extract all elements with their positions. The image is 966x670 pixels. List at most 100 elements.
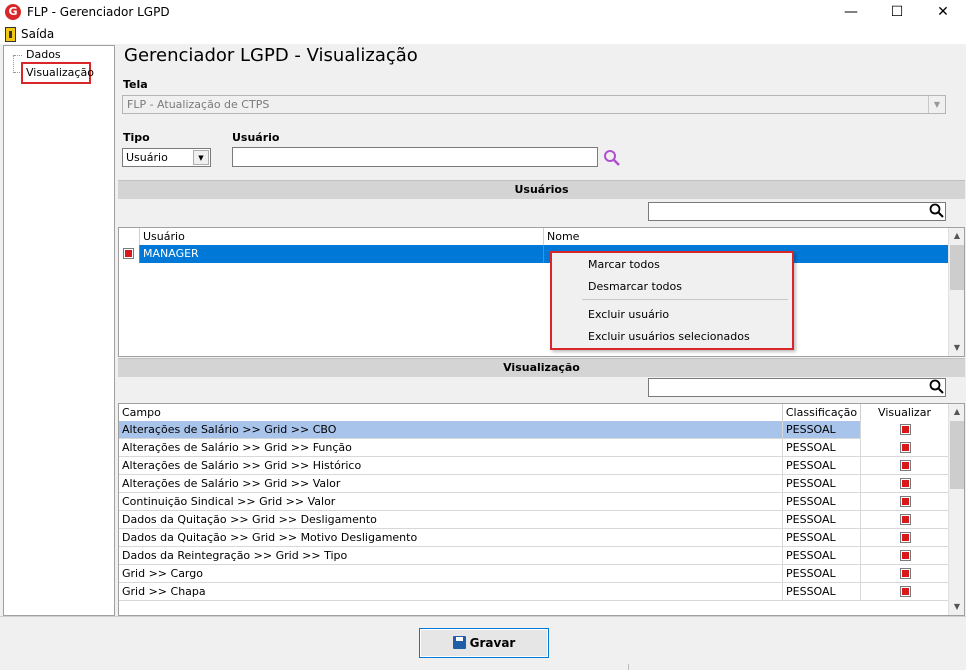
navigation-tree xyxy=(3,45,115,616)
cell-usuario: MANAGER xyxy=(140,245,544,263)
menu-item-marcar-todos[interactable]: Marcar todos xyxy=(588,258,660,271)
table-row[interactable]: Dados da Quitação >> Grid >> Desligament… xyxy=(119,511,948,529)
context-menu: Marcar todos Desmarcar todos Excluir usu… xyxy=(550,251,794,350)
column-header-usuario[interactable]: Usuário xyxy=(140,228,544,245)
scroll-thumb[interactable] xyxy=(950,421,964,489)
save-button-label: Gravar xyxy=(469,636,516,650)
vis-grid-header: Campo Classificação Visualizar xyxy=(119,404,948,422)
visualizar-checkbox[interactable] xyxy=(900,550,911,561)
usuario-label: Usuário xyxy=(232,131,280,144)
users-grid-header: Usuário Nome xyxy=(119,228,948,246)
table-row[interactable]: Alterações de Salário >> Grid >> Históri… xyxy=(119,457,948,475)
table-row[interactable]: Grid >> Chapa PESSOAL xyxy=(119,583,948,601)
cell-visualizar[interactable] xyxy=(861,493,948,511)
cell-classificacao: PESSOAL xyxy=(783,475,861,493)
cell-campo: Grid >> Chapa xyxy=(119,583,783,601)
cell-visualizar[interactable] xyxy=(861,511,948,529)
search-icon[interactable] xyxy=(602,149,622,167)
visualizar-checkbox[interactable] xyxy=(900,514,911,525)
users-section-header: Usuários xyxy=(118,180,965,199)
usuario-input[interactable] xyxy=(232,147,598,167)
minimize-button[interactable]: — xyxy=(828,0,874,25)
cell-campo: Alterações de Salário >> Grid >> Históri… xyxy=(119,457,783,475)
cell-visualizar[interactable] xyxy=(861,565,948,583)
cell-classificacao: PESSOAL xyxy=(783,439,861,457)
app-logo-icon: G xyxy=(5,4,21,20)
users-filter-input[interactable] xyxy=(648,202,946,221)
column-header-nome[interactable]: Nome xyxy=(544,228,948,245)
footer-divider xyxy=(0,616,966,617)
cell-campo: Dados da Reintegração >> Grid >> Tipo xyxy=(119,547,783,565)
cell-classificacao: PESSOAL xyxy=(783,547,861,565)
cell-visualizar[interactable] xyxy=(861,583,948,601)
cell-visualizar[interactable] xyxy=(861,529,948,547)
visualizar-checkbox[interactable] xyxy=(900,568,911,579)
chevron-down-icon[interactable]: ▼ xyxy=(193,150,209,165)
column-header-classificacao[interactable]: Classificação xyxy=(783,404,861,421)
cell-visualizar[interactable] xyxy=(861,439,948,457)
vis-scrollbar[interactable]: ▲ ▼ xyxy=(948,404,964,615)
maximize-button[interactable]: ☐ xyxy=(874,0,920,25)
tree-item-visualizacao[interactable]: Visualização xyxy=(21,62,94,84)
cell-classificacao: PESSOAL xyxy=(783,421,861,439)
page-title: Gerenciador LGPD - Visualização xyxy=(124,45,418,66)
window-title: FLP - Gerenciador LGPD xyxy=(27,5,170,19)
scroll-up-icon[interactable]: ▲ xyxy=(949,404,964,420)
table-row[interactable]: Grid >> Cargo PESSOAL xyxy=(119,565,948,583)
visualizar-checkbox[interactable] xyxy=(900,424,911,435)
table-row[interactable]: Dados da Quitação >> Grid >> Motivo Desl… xyxy=(119,529,948,547)
visualizar-checkbox[interactable] xyxy=(900,478,911,489)
close-button[interactable]: ✕ xyxy=(920,0,966,25)
cell-visualizar[interactable] xyxy=(861,421,948,439)
cell-classificacao: PESSOAL xyxy=(783,565,861,583)
tree-connector xyxy=(14,55,22,56)
visualizar-checkbox[interactable] xyxy=(900,442,911,453)
row-checkbox[interactable] xyxy=(123,248,134,259)
table-row[interactable]: MANAGER xyxy=(119,245,948,263)
chevron-down-icon[interactable]: ▼ xyxy=(928,96,945,113)
visualizar-checkbox[interactable] xyxy=(900,532,911,543)
column-header-visualizar[interactable]: Visualizar xyxy=(861,404,948,421)
vis-section-header: Visualização xyxy=(118,358,965,377)
cell-campo: Continuição Sindical >> Grid >> Valor xyxy=(119,493,783,511)
exit-door-icon[interactable] xyxy=(5,27,16,42)
tree-connector xyxy=(13,55,14,73)
menu-item-excluir-selecionados[interactable]: Excluir usuários selecionados xyxy=(588,330,750,343)
tree-item-dados[interactable]: Dados xyxy=(26,48,61,61)
table-row[interactable]: Alterações de Salário >> Grid >> CBO PESS… xyxy=(119,421,948,439)
cell-campo: Alterações de Salário >> Grid >> Função xyxy=(119,439,783,457)
users-scrollbar[interactable]: ▲ ▼ xyxy=(948,228,964,356)
table-row[interactable]: Dados da Reintegração >> Grid >> Tipo PES… xyxy=(119,547,948,565)
grid-header-check xyxy=(119,228,140,245)
scroll-down-icon[interactable]: ▼ xyxy=(949,599,964,615)
cell-visualizar[interactable] xyxy=(861,457,948,475)
menu-item-desmarcar-todos[interactable]: Desmarcar todos xyxy=(588,280,682,293)
cell-classificacao: PESSOAL xyxy=(783,583,861,601)
menu-exit[interactable]: Saída xyxy=(21,27,54,41)
search-icon[interactable] xyxy=(929,379,945,395)
visualizar-checkbox[interactable] xyxy=(900,460,911,471)
visualizar-checkbox[interactable] xyxy=(900,496,911,507)
save-button[interactable]: Gravar xyxy=(419,628,549,658)
scroll-thumb[interactable] xyxy=(950,245,964,290)
cell-campo: Dados da Quitação >> Grid >> Motivo Desl… xyxy=(119,529,783,547)
menu-item-excluir-usuario[interactable]: Excluir usuário xyxy=(588,308,669,321)
table-row[interactable]: Continuição Sindical >> Grid >> Valor PES… xyxy=(119,493,948,511)
search-icon[interactable] xyxy=(929,203,945,219)
status-bar-divider xyxy=(628,664,629,670)
cell-campo: Dados da Quitação >> Grid >> Desligament… xyxy=(119,511,783,529)
row-checkbox-cell[interactable] xyxy=(119,245,140,263)
cell-visualizar[interactable] xyxy=(861,475,948,493)
visualizar-checkbox[interactable] xyxy=(900,586,911,597)
cell-visualizar[interactable] xyxy=(861,547,948,565)
scroll-down-icon[interactable]: ▼ xyxy=(949,340,964,356)
tela-label: Tela xyxy=(123,78,148,91)
column-header-campo[interactable]: Campo xyxy=(119,404,783,421)
table-row[interactable]: Alterações de Salário >> Grid >> Função P… xyxy=(119,439,948,457)
tela-select[interactable]: FLP - Atualização de CTPS xyxy=(122,95,946,114)
users-grid: Usuário Nome MANAGER ▲ ▼ xyxy=(118,227,965,357)
scroll-up-icon[interactable]: ▲ xyxy=(949,228,964,244)
vis-filter-input[interactable] xyxy=(648,378,946,397)
menu-divider xyxy=(582,299,788,300)
table-row[interactable]: Alterações de Salário >> Grid >> Valor PE… xyxy=(119,475,948,493)
